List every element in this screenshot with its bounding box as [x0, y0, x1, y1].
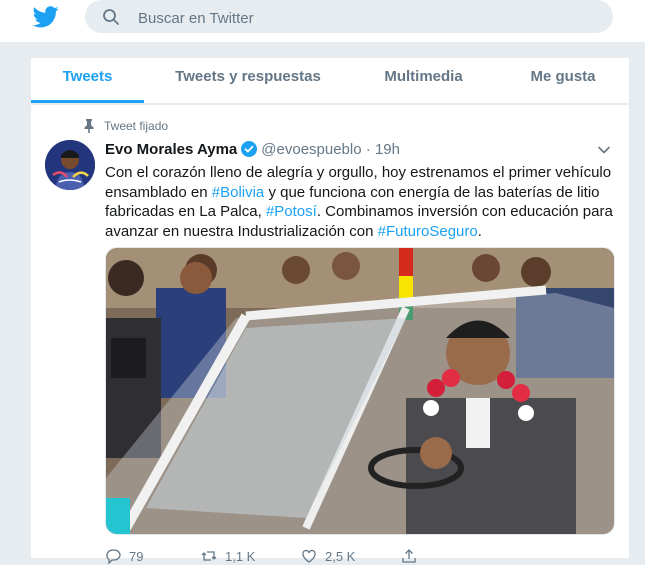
retweet-action[interactable]: 1,1 K — [201, 548, 255, 564]
pin-icon — [84, 119, 94, 133]
reply-icon — [106, 549, 121, 565]
twitter-bird-icon[interactable] — [33, 6, 59, 28]
hashtag-bolivia[interactable]: #Bolivia — [212, 184, 265, 201]
like-count: 2,5 K — [325, 549, 356, 564]
separator-dot: · — [365, 141, 371, 158]
share-action[interactable] — [401, 548, 425, 564]
retweet-icon — [201, 551, 217, 561]
search-box[interactable] — [85, 0, 613, 33]
verified-icon — [241, 141, 258, 157]
photo-illustration — [106, 248, 614, 534]
profile-tabs: Tweets Tweets y respuestas Multimedia Me… — [31, 58, 629, 104]
tweet-actions: 79 1,1 K 2,5 K — [105, 548, 613, 565]
tweet[interactable]: Tweet fijado Evo Morales Ayma @evoespuebl… — [31, 104, 629, 565]
like-icon — [302, 549, 316, 563]
author-handle[interactable]: @evoespueblo — [261, 141, 361, 158]
tab-multimedia[interactable]: Multimedia — [371, 58, 476, 103]
pinned-label: Tweet fijado — [104, 119, 169, 133]
search-input[interactable] — [136, 7, 600, 29]
tweet-text-segment: . — [477, 222, 482, 240]
tab-tweets-y-respuestas[interactable]: Tweets y respuestas — [170, 58, 326, 103]
author-name[interactable]: Evo Morales Ayma — [105, 141, 237, 158]
like-action[interactable]: 2,5 K — [301, 548, 355, 564]
chevron-down-icon[interactable] — [597, 143, 611, 157]
search-icon — [103, 9, 119, 25]
hashtag-futuroseguro[interactable]: #FuturoSeguro — [378, 223, 478, 240]
reply-count: 79 — [129, 549, 144, 564]
tweet-photo[interactable] — [105, 247, 615, 535]
tweet-header: Evo Morales Ayma @evoespueblo · 19h — [105, 140, 400, 160]
profile-timeline-card: Tweets Tweets y respuestas Multimedia Me… — [30, 58, 630, 565]
tweet-timestamp[interactable]: 19h — [375, 141, 400, 158]
share-icon — [402, 549, 416, 563]
avatar[interactable] — [45, 140, 95, 190]
tab-me-gusta[interactable]: Me gusta — [519, 58, 607, 103]
reply-action[interactable]: 79 — [105, 548, 144, 565]
top-bar — [0, 0, 645, 43]
retweet-count: 1,1 K — [225, 549, 256, 564]
hashtag-potosi[interactable]: #Potosí — [266, 203, 317, 220]
tweet-text: Con el corazón lleno de alegría y orgull… — [105, 163, 615, 241]
tab-tweets[interactable]: Tweets — [31, 58, 144, 103]
avatar-image — [45, 140, 95, 190]
